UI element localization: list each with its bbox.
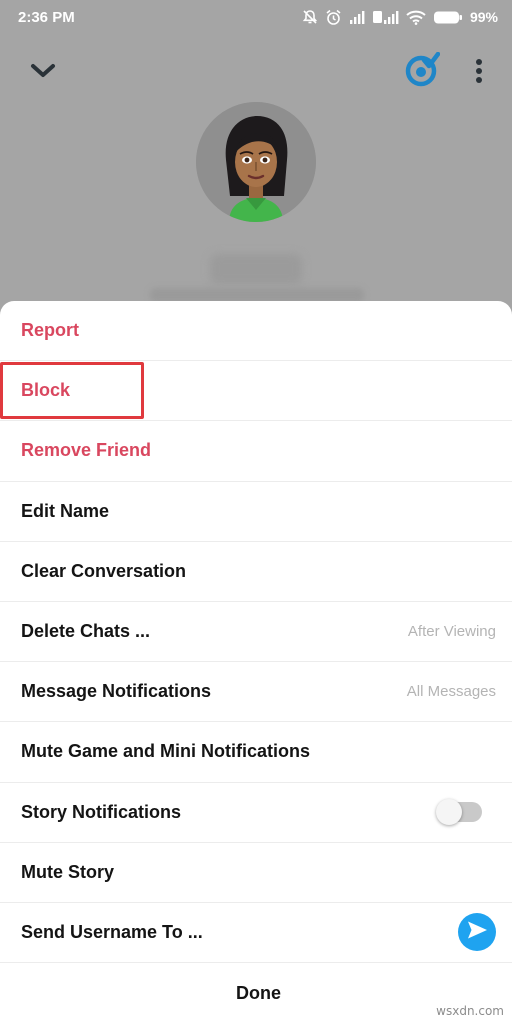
bitmoji-button[interactable] — [402, 51, 442, 93]
signal-icon — [349, 10, 366, 24]
chevron-down-icon — [30, 63, 56, 84]
delete-chats-label: Delete Chats ... — [21, 621, 151, 642]
alarm-icon — [325, 9, 342, 26]
delete-chats-row[interactable]: Delete Chats ... After Viewing — [0, 602, 512, 663]
story-notifications-label: Story Notifications — [21, 801, 182, 822]
story-notifications-row: Story Notifications — [0, 783, 512, 843]
edit-name-row[interactable]: Edit Name — [0, 482, 512, 542]
edit-name-label: Edit Name — [21, 500, 110, 521]
status-bar: 2:36 PM 99% — [0, 0, 512, 34]
more-vertical-icon — [475, 58, 483, 89]
clear-conversation-row[interactable]: Clear Conversation — [0, 542, 512, 602]
watermark-text: wsxdn.com — [436, 1004, 504, 1018]
delete-chats-value: After Viewing — [407, 623, 496, 641]
block-label: Block — [21, 380, 71, 401]
message-notifications-row[interactable]: Message Notifications All Messages — [0, 662, 512, 723]
story-notifications-toggle[interactable] — [436, 799, 482, 826]
friend-actions-sheet: Report Block Remove Friend Edit Name Cle… — [0, 301, 512, 1024]
bitmoji-icon — [404, 51, 441, 93]
remove-friend-label: Remove Friend — [21, 440, 152, 461]
send-username-button[interactable] — [458, 913, 496, 952]
send-username-label: Send Username To ... — [21, 921, 203, 942]
battery-icon — [433, 10, 463, 25]
notifications-off-icon — [302, 9, 318, 25]
wifi-icon — [406, 10, 426, 25]
send-arrow-icon — [466, 920, 488, 945]
clear-conversation-label: Clear Conversation — [21, 560, 187, 581]
profile-top-actions — [0, 50, 512, 96]
friend-avatar[interactable] — [196, 102, 316, 222]
friend-name-blurred — [210, 254, 302, 284]
block-row[interactable]: Block — [0, 361, 512, 422]
message-notifications-label: Message Notifications — [21, 681, 212, 702]
remove-friend-row[interactable]: Remove Friend — [0, 421, 512, 482]
profile-backdrop: 2:36 PM 99% — [0, 0, 512, 320]
more-options-button[interactable] — [466, 54, 492, 92]
bitmoji-avatar-image — [196, 102, 316, 222]
report-row[interactable]: Report — [0, 301, 512, 362]
battery-percent: 99% — [469, 9, 498, 25]
toggle-knob — [436, 799, 462, 826]
mute-story-label: Mute Story — [21, 861, 115, 882]
mute-game-notifications-label: Mute Game and Mini Notifications — [21, 741, 311, 762]
friend-username-blurred — [150, 288, 364, 302]
mute-story-row[interactable]: Mute Story — [0, 843, 512, 903]
mute-game-notifications-row[interactable]: Mute Game and Mini Notifications — [0, 722, 512, 783]
collapse-button[interactable] — [26, 58, 60, 88]
volte-signal-icon — [372, 10, 399, 24]
report-label: Report — [21, 320, 79, 341]
done-button[interactable]: Done — [236, 983, 281, 1004]
status-time: 2:36 PM — [18, 8, 75, 26]
send-username-row[interactable]: Send Username To ... — [0, 903, 512, 964]
message-notifications-value: All Messages — [406, 683, 496, 701]
status-icons: 99% — [302, 9, 498, 26]
